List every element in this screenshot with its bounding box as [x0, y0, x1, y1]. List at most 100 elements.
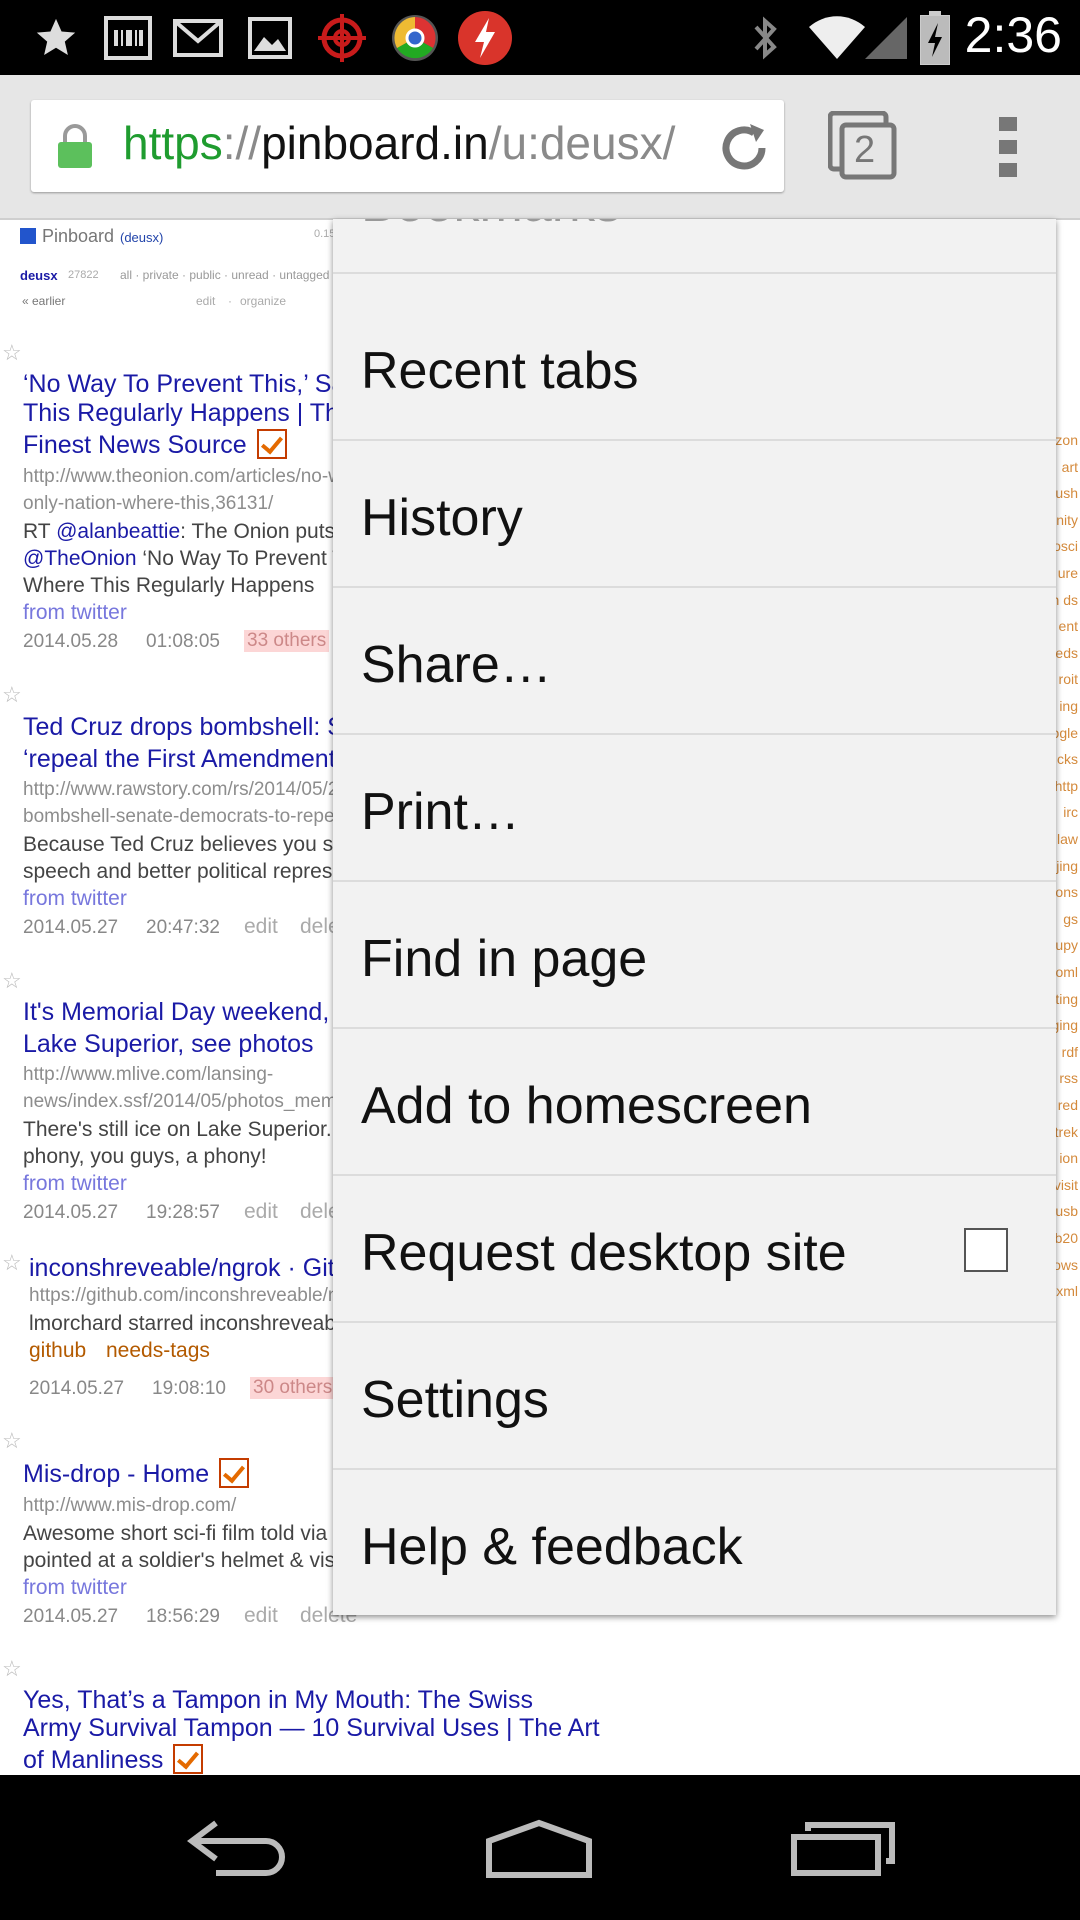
menu-item-bookmarks[interactable]: Bookmarks	[333, 219, 1056, 274]
menu-item-print[interactable]: Print…	[333, 734, 1056, 882]
menu-item-history[interactable]: History	[333, 440, 1056, 588]
via-link[interactable]: from twitter	[23, 1172, 127, 1196]
menu-item-help-feedback[interactable]: Help & feedback	[333, 1469, 1056, 1615]
tag-link[interactable]: xml	[1056, 1283, 1078, 1299]
others-badge[interactable]: 33 others	[244, 630, 330, 652]
tag-link[interactable]: needs-tags	[106, 1339, 210, 1363]
tag-link[interactable]: ure	[1058, 565, 1078, 581]
battery-icon	[915, 10, 955, 65]
tag-link[interactable]: http	[1055, 778, 1078, 794]
barcode-icon	[100, 10, 156, 65]
star-icon[interactable]: ☆	[2, 1250, 22, 1276]
tag-link[interactable]: rdf	[1062, 1044, 1078, 1060]
tag-link[interactable]: cks	[1057, 751, 1078, 767]
gmail-icon	[170, 10, 226, 65]
brand-name[interactable]: Pinboard	[42, 226, 114, 247]
via-link[interactable]: from twitter	[23, 1576, 127, 1600]
bookmark-description: Where This Regularly Happens	[23, 574, 315, 597]
star-icon[interactable]: ☆	[2, 968, 22, 994]
tag-link[interactable]: irc	[1063, 804, 1078, 820]
tab-switcher-button[interactable]: 2	[828, 111, 898, 181]
home-icon[interactable]	[484, 1819, 594, 1884]
bookmark-url: http://www.mis-drop.com/	[23, 1495, 237, 1516]
menu-item-settings[interactable]: Settings	[333, 1322, 1056, 1470]
bluetooth-icon	[745, 10, 785, 65]
bookmark-time: 18:56:29	[146, 1606, 220, 1627]
tag-link[interactable]: art	[1062, 459, 1078, 475]
edit-link[interactable]: edit	[244, 1604, 278, 1628]
pinboard-logo-icon	[20, 228, 36, 244]
bookmark-time: 01:08:05	[146, 631, 220, 652]
filter-links[interactable]: all · private · public · unread · untagg…	[120, 268, 329, 282]
tag-link[interactable]: ows	[1053, 1257, 1078, 1273]
user-link[interactable]: deusx	[20, 268, 58, 283]
tag-link[interactable]: ons	[1055, 884, 1078, 900]
tag-link[interactable]: jing	[1056, 858, 1078, 874]
checkbox-icon	[173, 1744, 204, 1775]
reload-icon[interactable]	[716, 120, 772, 181]
menu-item-find-in-page[interactable]: Find in page	[333, 881, 1056, 1029]
tag-link[interactable]: nity	[1056, 512, 1078, 528]
tag-link[interactable]: usb	[1055, 1203, 1078, 1219]
menu-item-recent-tabs[interactable]: Recent tabs	[333, 293, 1056, 441]
tag-link[interactable]: osci	[1053, 538, 1078, 554]
tag-link[interactable]: ing	[1059, 698, 1078, 714]
tag-link[interactable]: oml	[1055, 964, 1078, 980]
tag-link[interactable]: ting	[1055, 991, 1078, 1007]
brand-user[interactable]: (deusx)	[120, 230, 163, 245]
desktop-site-checkbox[interactable]	[964, 1228, 1008, 1272]
menu-item-add-to-homescreen[interactable]: Add to homescreen	[333, 1028, 1056, 1176]
url-text[interactable]: https://pinboard.in/u:deusx/	[123, 116, 675, 170]
back-icon[interactable]	[186, 1817, 290, 1882]
edit-link[interactable]: edit	[244, 915, 278, 939]
target-icon	[312, 10, 372, 65]
bookmark-date: 2014.05.27	[29, 1378, 125, 1399]
organize-link[interactable]: organize	[240, 294, 286, 308]
tag-link[interactable]: github	[29, 1339, 86, 1363]
star-icon[interactable]: ☆	[2, 1656, 22, 1682]
star-icon[interactable]: ☆	[2, 1428, 22, 1454]
bookmark-title[interactable]: Lake Superior, see photos	[23, 1030, 313, 1059]
via-link[interactable]: from twitter	[23, 601, 127, 625]
tag-link[interactable]: ush	[1055, 485, 1078, 501]
bookmark-url: http://www.mlive.com/lansing-	[23, 1064, 274, 1085]
menu-item-share[interactable]: Share…	[333, 587, 1056, 735]
tag-link[interactable]: upy	[1055, 937, 1078, 953]
bookmark-title[interactable]: Army Survival Tampon — 10 Survival Uses …	[23, 1714, 600, 1743]
tag-link[interactable]: ion	[1059, 1150, 1078, 1166]
tag-link[interactable]: law	[1057, 831, 1078, 847]
edit-link[interactable]: edit	[196, 294, 215, 308]
edit-link[interactable]: edit	[244, 1200, 278, 1224]
tag-link[interactable]: trek	[1055, 1124, 1078, 1140]
bookmark-title[interactable]: of Manliness	[23, 1744, 204, 1775]
chrome-icon	[385, 10, 445, 65]
bookmark-title[interactable]: inconshreveable/ngrok · GitHub	[29, 1254, 381, 1283]
bookmark-url: https://github.com/inconshreveable/ngrok	[29, 1285, 376, 1306]
tag-link[interactable]: visit	[1054, 1177, 1078, 1193]
bookmark-title[interactable]: ‘repeal the First Amendment’	[23, 745, 341, 774]
tag-link[interactable]: gs	[1063, 911, 1078, 927]
lock-icon	[55, 122, 95, 175]
tag-link[interactable]: roit	[1059, 671, 1078, 687]
bookmark-title[interactable]: Yes, That’s a Tampon in My Mouth: The Sw…	[23, 1686, 533, 1715]
menu-item-request-desktop-site[interactable]: Request desktop site	[333, 1175, 1056, 1323]
recent-apps-icon[interactable]	[790, 1821, 896, 1882]
earlier-link[interactable]: « earlier	[22, 294, 65, 308]
bookmark-title[interactable]: Mis-drop - Home	[23, 1458, 250, 1490]
via-link[interactable]: from twitter	[23, 887, 127, 911]
tag-link[interactable]: zon	[1055, 432, 1078, 448]
overflow-menu: Bookmarks Recent tabs History Share… Pri…	[333, 219, 1056, 1615]
tag-link[interactable]: red	[1058, 1097, 1078, 1113]
star-icon[interactable]: ☆	[2, 682, 22, 708]
overflow-menu-button[interactable]	[996, 115, 1020, 179]
tag-link[interactable]: b20	[1055, 1230, 1078, 1246]
others-badge[interactable]: 30 others	[250, 1377, 336, 1399]
omnibox[interactable]: https://pinboard.in/u:deusx/	[31, 100, 784, 192]
bookmark-title[interactable]: Finest News Source	[23, 429, 287, 461]
checkbox-icon	[256, 429, 287, 460]
tag-link[interactable]: rss	[1059, 1070, 1078, 1086]
tag-link[interactable]: ent	[1059, 618, 1078, 634]
star-icon[interactable]: ☆	[2, 340, 22, 366]
tag-link[interactable]: eds	[1055, 645, 1078, 661]
bookmark-description: phony, you guys, a phony!	[23, 1145, 267, 1168]
